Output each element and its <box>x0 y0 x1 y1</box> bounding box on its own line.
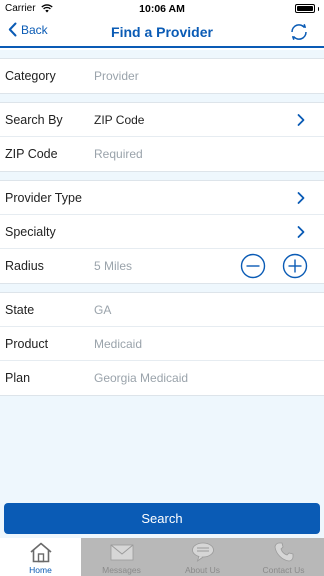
navigation-bar: Back Find a Provider <box>0 18 324 48</box>
plan-label: Plan <box>5 371 31 385</box>
provider-search-form: Category Provider Search By ZIP Code ZIP… <box>0 50 324 500</box>
back-label: Back <box>21 22 48 37</box>
page-title: Find a Provider <box>111 24 213 40</box>
search-by-value: ZIP Code <box>94 112 145 127</box>
chevron-right-icon <box>297 114 305 126</box>
provider-type-label: Provider Type <box>5 190 82 205</box>
home-icon <box>29 542 52 563</box>
decrease-radius-button[interactable] <box>240 253 266 279</box>
product-label: Product <box>5 336 49 351</box>
filters-group: Provider Type Specialty Radius 5 Miles <box>0 180 324 284</box>
refresh-icon[interactable] <box>288 21 310 43</box>
plan-group: State GA Product Medicaid Plan Georgia M… <box>0 292 324 396</box>
search-button[interactable]: Search <box>4 503 320 534</box>
radius-value: 5 Miles <box>94 259 133 273</box>
specialty-row[interactable]: Specialty <box>0 215 324 249</box>
battery-icon <box>294 4 315 13</box>
search-button-container: Search <box>0 500 324 538</box>
chevron-left-icon <box>8 22 17 37</box>
search-by-row[interactable]: Search By ZIP Code <box>0 103 324 137</box>
specialty-label: Specialty <box>5 224 56 239</box>
chevron-right-icon <box>297 192 305 204</box>
tab-contact-label: Contact Us <box>262 565 305 575</box>
radius-label: Radius <box>5 259 44 273</box>
provider-type-row[interactable]: Provider Type <box>0 181 324 215</box>
status-bar: Carrier 10:06 AM <box>0 0 324 18</box>
zip-code-label: ZIP Code <box>5 147 58 161</box>
tab-home-label: Home <box>29 565 52 575</box>
battery-indicator <box>294 4 319 13</box>
radius-row: Radius 5 Miles <box>0 249 324 283</box>
tab-messages-label: Messages <box>102 565 141 575</box>
state-row: State GA <box>0 293 324 327</box>
envelope-icon <box>110 544 133 561</box>
search-by-group: Search By ZIP Code ZIP Code Required <box>0 102 324 172</box>
clock: 10:06 AM <box>139 3 185 15</box>
product-value: Medicaid <box>94 336 143 351</box>
plan-value: Georgia Medicaid <box>94 371 189 385</box>
increase-radius-button[interactable] <box>282 253 308 279</box>
tab-about[interactable]: About Us <box>162 538 243 576</box>
tab-home[interactable]: Home <box>0 538 81 576</box>
zip-code-input[interactable]: Required <box>94 147 143 161</box>
category-value: Provider <box>94 69 139 83</box>
category-label: Category <box>5 69 56 83</box>
state-value: GA <box>94 302 112 317</box>
chevron-right-icon <box>297 226 305 238</box>
phone-icon <box>274 542 293 562</box>
product-row: Product Medicaid <box>0 327 324 361</box>
back-button[interactable]: Back <box>8 22 48 37</box>
category-group: Category Provider <box>0 58 324 94</box>
search-by-label: Search By <box>5 112 63 127</box>
state-label: State <box>5 302 35 317</box>
chat-bubble-icon <box>191 542 214 563</box>
category-row: Category Provider <box>0 59 324 93</box>
tab-contact[interactable]: Contact Us <box>243 538 324 576</box>
tab-messages[interactable]: Messages <box>81 538 162 576</box>
tab-bar: Home Messages About Us Contact Us <box>0 538 324 576</box>
zip-code-row[interactable]: ZIP Code Required <box>0 137 324 171</box>
plan-row: Plan Georgia Medicaid <box>0 361 324 395</box>
tab-about-label: About Us <box>185 565 220 575</box>
